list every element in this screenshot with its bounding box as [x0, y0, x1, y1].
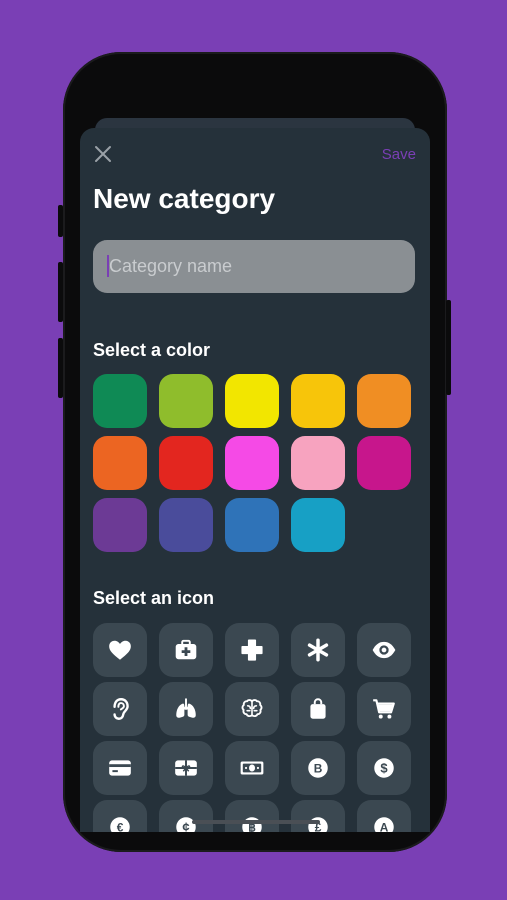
baht-coin-icon-button[interactable]: ฿: [225, 800, 279, 832]
color-swatch[interactable]: [93, 498, 147, 552]
color-swatch[interactable]: [159, 436, 213, 490]
color-swatch[interactable]: [93, 436, 147, 490]
svg-text:€: €: [117, 821, 124, 832]
pound-coin-icon-button[interactable]: £: [291, 800, 345, 832]
shopping-bag-icon: [310, 698, 326, 719]
credit-card-icon-button[interactable]: [93, 741, 147, 795]
shopping-bag-icon-button[interactable]: [291, 682, 345, 736]
volume-up-button: [58, 262, 63, 322]
eye-icon-button[interactable]: [357, 623, 411, 677]
color-swatch[interactable]: [93, 374, 147, 428]
icon-grid: B $ € ¢ ฿ £ A: [93, 623, 411, 832]
shopping-cart-icon: [373, 699, 395, 719]
color-swatch[interactable]: [225, 374, 279, 428]
bitcoin-icon-button[interactable]: B: [291, 741, 345, 795]
brain-icon-button[interactable]: [225, 682, 279, 736]
first-aid-kit-icon-button[interactable]: [159, 623, 213, 677]
volume-down-button: [58, 338, 63, 398]
banknote-icon: [240, 761, 264, 775]
ear-icon: [113, 698, 129, 720]
first-aid-kit-icon: [175, 639, 197, 660]
color-swatch[interactable]: [357, 436, 411, 490]
color-grid: [93, 374, 411, 552]
shopping-cart-icon-button[interactable]: [357, 682, 411, 736]
color-swatch[interactable]: [291, 498, 345, 552]
gift-card-icon: [175, 760, 197, 776]
gift-card-icon-button[interactable]: [159, 741, 213, 795]
svg-text:B: B: [314, 762, 323, 776]
euro-coin-icon: €: [110, 817, 130, 832]
svg-text:A: A: [380, 821, 389, 832]
banknote-icon-button[interactable]: [225, 741, 279, 795]
color-swatch[interactable]: [225, 436, 279, 490]
power-button: [446, 300, 451, 395]
dollar-coin-icon-button[interactable]: $: [357, 741, 411, 795]
heart-icon: [109, 640, 131, 660]
save-button[interactable]: Save: [382, 146, 416, 163]
eye-icon: [372, 641, 396, 659]
page-title: New category: [93, 183, 276, 214]
svg-text:$: $: [380, 761, 388, 776]
color-swatch[interactable]: [225, 498, 279, 552]
close-icon[interactable]: [93, 144, 113, 164]
mute-switch: [58, 205, 63, 237]
cent-coin-icon-button[interactable]: ¢: [159, 800, 213, 832]
heart-icon-button[interactable]: [93, 623, 147, 677]
brain-icon: [241, 699, 263, 718]
asterisk-icon-button[interactable]: [291, 623, 345, 677]
color-swatch[interactable]: [357, 374, 411, 428]
color-section-label: Select a color: [93, 340, 211, 360]
credit-card-icon: [109, 760, 131, 776]
austral-coin-icon-button[interactable]: A: [357, 800, 411, 832]
euro-coin-icon-button[interactable]: €: [93, 800, 147, 832]
color-swatch[interactable]: [291, 374, 345, 428]
ear-icon-button[interactable]: [93, 682, 147, 736]
color-swatch[interactable]: [159, 374, 213, 428]
austral-coin-icon: A: [374, 817, 394, 832]
plus-cross-icon: [241, 639, 263, 661]
dollar-coin-icon: $: [374, 758, 394, 778]
color-swatch[interactable]: [159, 498, 213, 552]
home-indicator: [192, 820, 320, 824]
asterisk-icon: [307, 638, 329, 662]
color-swatch[interactable]: [291, 436, 345, 490]
bitcoin-icon: B: [308, 758, 328, 778]
svg-text:¢: ¢: [182, 820, 189, 832]
new-category-sheet: Save New category Select a color Select …: [80, 128, 430, 832]
plus-cross-icon-button[interactable]: [225, 623, 279, 677]
icon-section-label: Select an icon: [93, 588, 215, 608]
text-cursor: [107, 255, 109, 277]
lungs-icon-button[interactable]: [159, 682, 213, 736]
category-name-input[interactable]: [93, 240, 415, 293]
lungs-icon: [176, 698, 196, 718]
